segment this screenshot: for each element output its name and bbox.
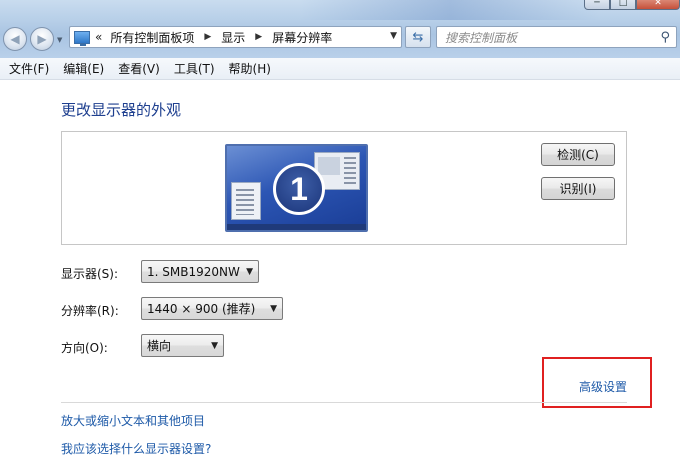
menu-edit[interactable]: 编辑(E) <box>56 60 111 77</box>
page-title: 更改显示器的外观 <box>61 101 182 119</box>
forward-arrow-icon: ▶ <box>37 32 47 46</box>
forward-button[interactable]: ▶ <box>30 27 54 51</box>
window-controls: ─ □ ✕ <box>584 0 680 10</box>
search-icon[interactable]: ⚲ <box>660 30 670 45</box>
search-input[interactable]: 搜索控制面板 ⚲ <box>436 26 677 48</box>
breadcrumb-separator-icon[interactable]: ▶ <box>204 32 211 42</box>
display-settings-help-link[interactable]: 我应该选择什么显示器设置? <box>61 440 211 457</box>
resolution-select-value: 1440 × 900 (推荐) <box>147 302 256 316</box>
breadcrumb: « 所有控制面板项 ▶ 显示 ▶ 屏幕分辨率 <box>95 29 332 46</box>
monitor-number-badge: 1 <box>273 163 325 215</box>
breadcrumb-separator-icon[interactable]: ▶ <box>255 32 262 42</box>
detect-button[interactable]: 检测(C) <box>541 143 615 166</box>
display-select-value: 1. SMB1920NW <box>147 264 240 279</box>
menu-tools[interactable]: 工具(T) <box>167 60 222 77</box>
text-size-link[interactable]: 放大或缩小文本和其他项目 <box>61 412 205 429</box>
display-label: 显示器(S): <box>61 267 119 281</box>
chevron-down-icon: ▼ <box>211 340 218 351</box>
breadcrumb-item-all-control-panel[interactable]: 所有控制面板项 <box>110 29 194 46</box>
orientation-label: 方向(O): <box>61 341 108 355</box>
chevron-down-icon: ▼ <box>246 266 253 277</box>
breadcrumb-item-screen-resolution[interactable]: 屏幕分辨率 <box>272 29 332 46</box>
back-button[interactable]: ◀ <box>3 27 27 51</box>
breadcrumb-item-display[interactable]: 显示 <box>221 29 245 46</box>
close-button[interactable]: ✕ <box>636 0 680 10</box>
orientation-select[interactable]: 横向 ▼ <box>141 334 224 357</box>
menu-help[interactable]: 帮助(H) <box>222 60 278 77</box>
advanced-settings-link[interactable]: 高级设置 <box>579 378 627 395</box>
divider <box>61 402 627 403</box>
menu-file[interactable]: 文件(F) <box>2 60 56 77</box>
breadcrumb-overflow[interactable]: « <box>95 30 102 44</box>
menu-view[interactable]: 查看(V) <box>111 60 167 77</box>
search-placeholder: 搜索控制面板 <box>445 30 518 45</box>
menu-bar: 文件(F) 编辑(E) 查看(V) 工具(T) 帮助(H) <box>0 58 680 80</box>
chevron-down-icon: ▼ <box>270 303 277 314</box>
resolution-select[interactable]: 1440 × 900 (推荐) ▼ <box>141 297 283 320</box>
control-panel-icon <box>74 30 90 46</box>
glass-reflection <box>300 0 600 20</box>
orientation-select-value: 横向 <box>147 339 172 353</box>
taskbar-preview <box>227 224 366 230</box>
desktop-window-preview <box>231 182 261 220</box>
display-select[interactable]: 1. SMB1920NW ▼ <box>141 260 259 283</box>
chevron-down-icon: ▼ <box>57 36 63 44</box>
identify-button[interactable]: 识别(I) <box>541 177 615 200</box>
back-arrow-icon: ◀ <box>10 32 20 46</box>
minimize-button[interactable]: ─ <box>584 0 610 10</box>
address-bar[interactable]: « 所有控制面板项 ▶ 显示 ▶ 屏幕分辨率 ▼ <box>69 26 402 48</box>
monitor-thumbnail[interactable]: 1 <box>225 144 368 232</box>
address-dropdown-icon[interactable]: ▼ <box>390 31 397 41</box>
resolution-label: 分辨率(R): <box>61 304 119 318</box>
refresh-icon: ⇆ <box>412 29 424 45</box>
maximize-button[interactable]: □ <box>610 0 636 10</box>
refresh-button[interactable]: ⇆ <box>405 26 431 48</box>
recent-pages-dropdown[interactable]: ▼ <box>57 36 66 44</box>
title-bar: ─ □ ✕ ◀ ▶ ▼ « 所有控制面板项 ▶ 显示 ▶ 屏幕分辨率 ▼ ⇆ 搜… <box>0 0 680 58</box>
